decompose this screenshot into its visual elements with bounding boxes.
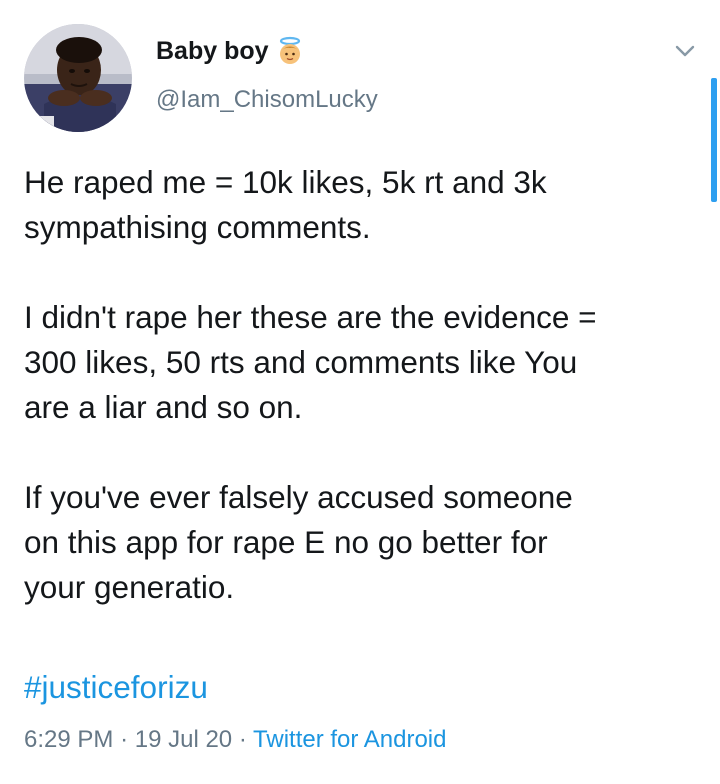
display-name-text: Baby boy	[156, 36, 269, 65]
profile-photo	[24, 24, 132, 132]
tweet-time[interactable]: 6:29 PM	[24, 726, 113, 753]
tweet-card: Baby boy @Iam_ChisomLucky He raped me = …	[0, 0, 720, 784]
meta-separator: ·	[238, 726, 247, 753]
tweet-paragraph: If you've ever falsely accused someone o…	[24, 479, 573, 605]
hashtag-link[interactable]: #justiceforizu	[24, 665, 208, 710]
display-name[interactable]: Baby boy	[156, 36, 305, 66]
tweet-paragraph: I didn't rape her these are the evidence…	[24, 299, 597, 425]
tweet-meta: 6:29 PM · 19 Jul 20 · Twitter for Androi…	[24, 726, 446, 754]
tweet-text: He raped me = 10k likes, 5k rt and 3k sy…	[24, 160, 694, 610]
avatar[interactable]	[24, 24, 132, 132]
tweet-source-link[interactable]: Twitter for Android	[253, 726, 446, 753]
angel-emoji-icon	[275, 36, 305, 66]
meta-separator: ·	[120, 726, 129, 753]
tweet-paragraph: He raped me = 10k likes, 5k rt and 3k sy…	[24, 164, 547, 245]
scrollbar[interactable]	[711, 78, 717, 202]
chevron-down-icon[interactable]	[668, 38, 702, 64]
user-handle[interactable]: @Iam_ChisomLucky	[156, 86, 378, 114]
tweet-date[interactable]: 19 Jul 20	[135, 726, 232, 753]
